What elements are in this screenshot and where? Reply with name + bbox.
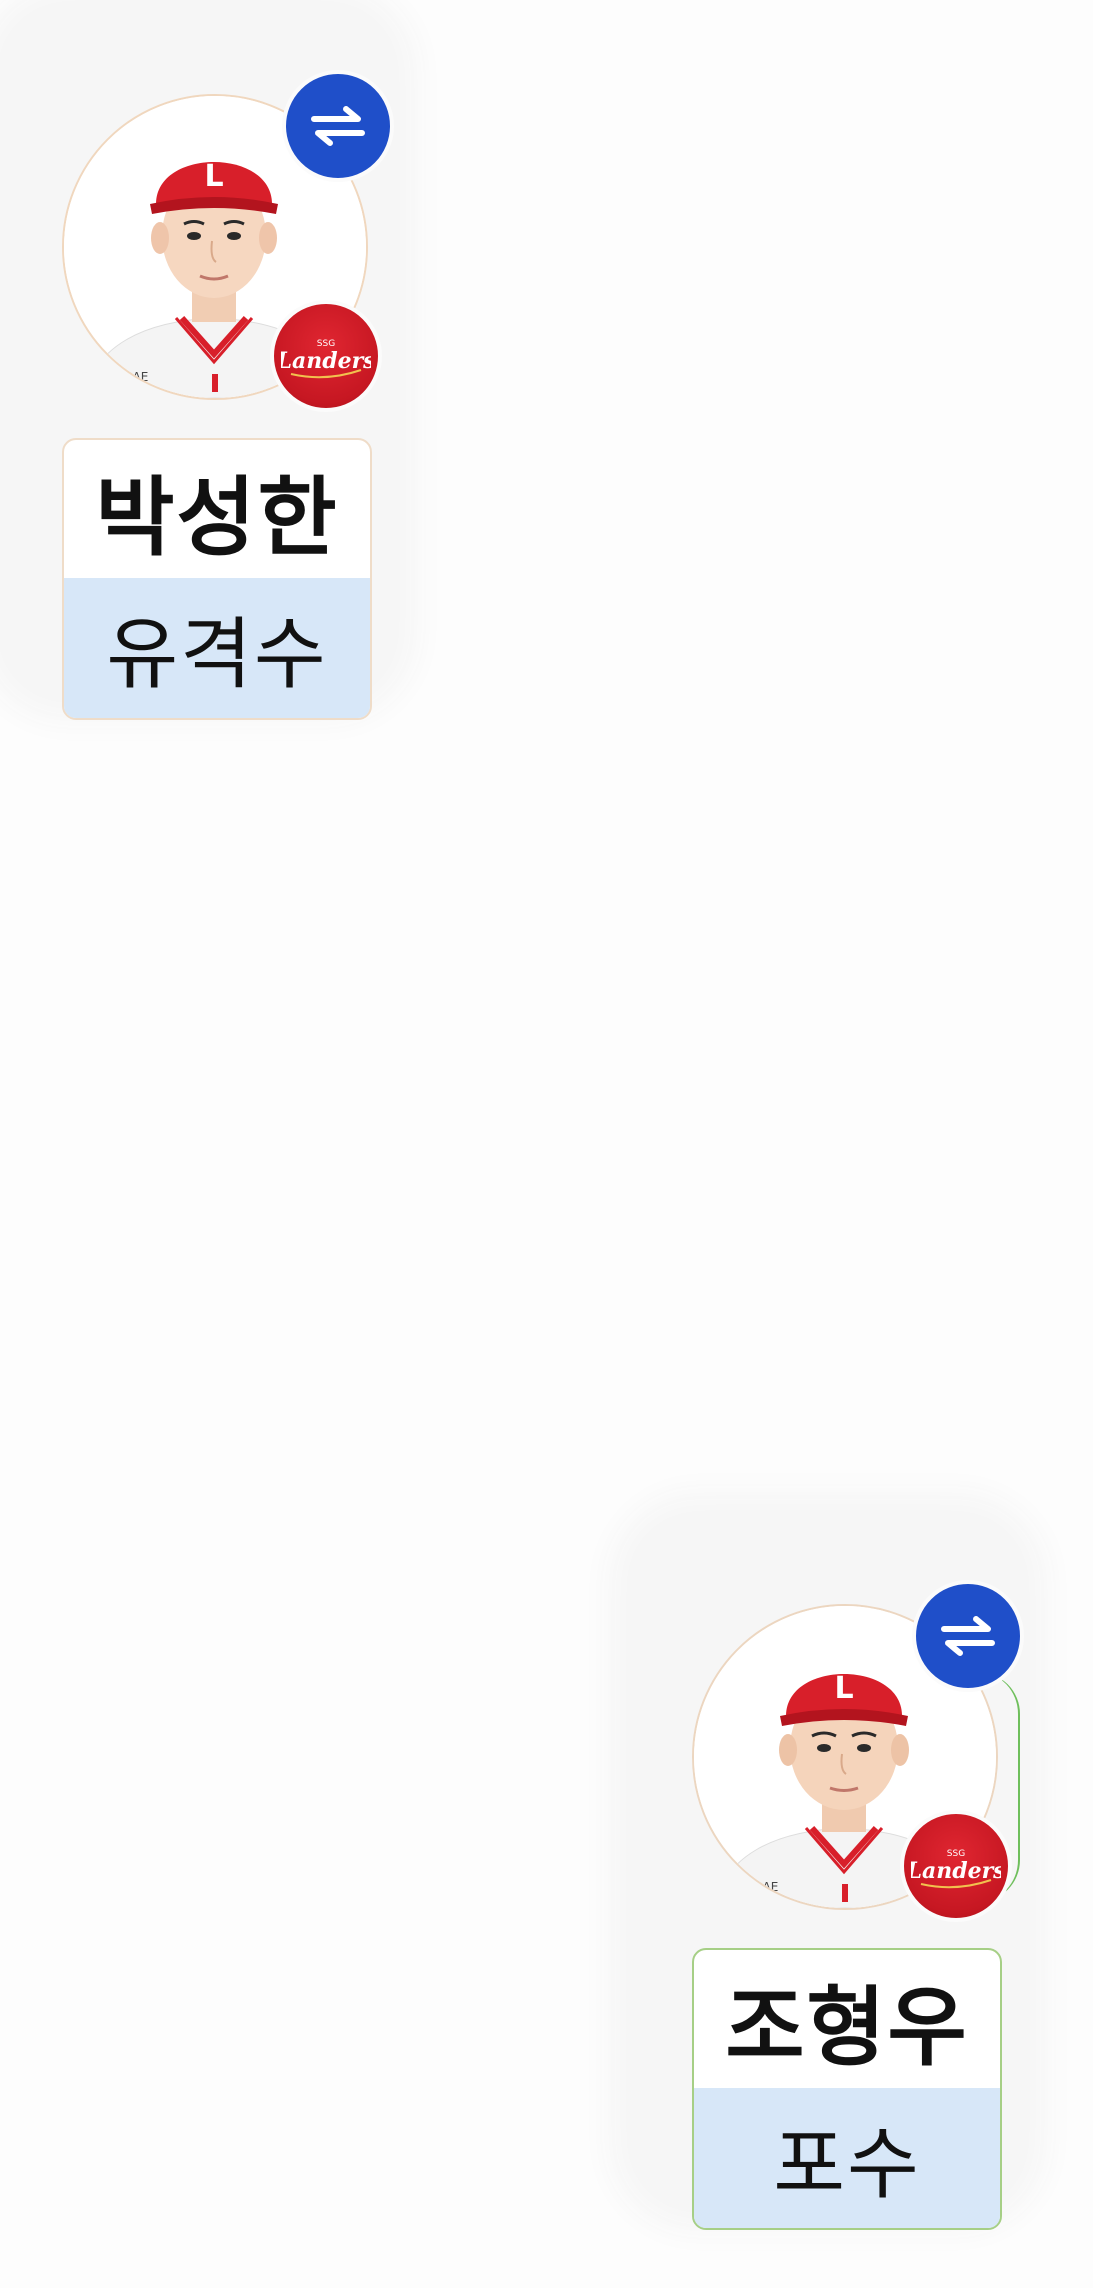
landers-logo-icon: SSG Landers [281, 339, 371, 379]
player-name: 조형우 [725, 1977, 969, 2078]
landers-logo-icon: SSG Landers [911, 1849, 1001, 1889]
svg-text:Landers: Landers [911, 1858, 1001, 1884]
player-info-box[interactable]: 조형우 포수 [692, 1948, 1002, 2230]
player-position: 유격수 [64, 578, 370, 718]
team-logo-badge: SSG Landers [270, 300, 382, 412]
player-position: 포수 [694, 2088, 1000, 2228]
player-card[interactable]: L SEGAE SSG Landers 박성한 유격수 [0, 2, 398, 720]
swap-button[interactable] [912, 1580, 1024, 1692]
svg-text:Landers: Landers [281, 348, 371, 374]
swap-arrows-icon [941, 1616, 995, 1656]
player-name: 박성한 [95, 467, 339, 568]
swap-arrows-icon [311, 106, 365, 146]
team-logo-badge: SSG Landers [900, 1810, 1012, 1922]
svg-text:L: L [204, 159, 223, 194]
swap-button[interactable] [282, 70, 394, 182]
svg-text:L: L [834, 1671, 853, 1706]
player-info-box[interactable]: 박성한 유격수 [62, 438, 372, 720]
player-card[interactable]: L SEGAE SSG Landers 조형우 포수 [628, 1512, 1028, 2230]
